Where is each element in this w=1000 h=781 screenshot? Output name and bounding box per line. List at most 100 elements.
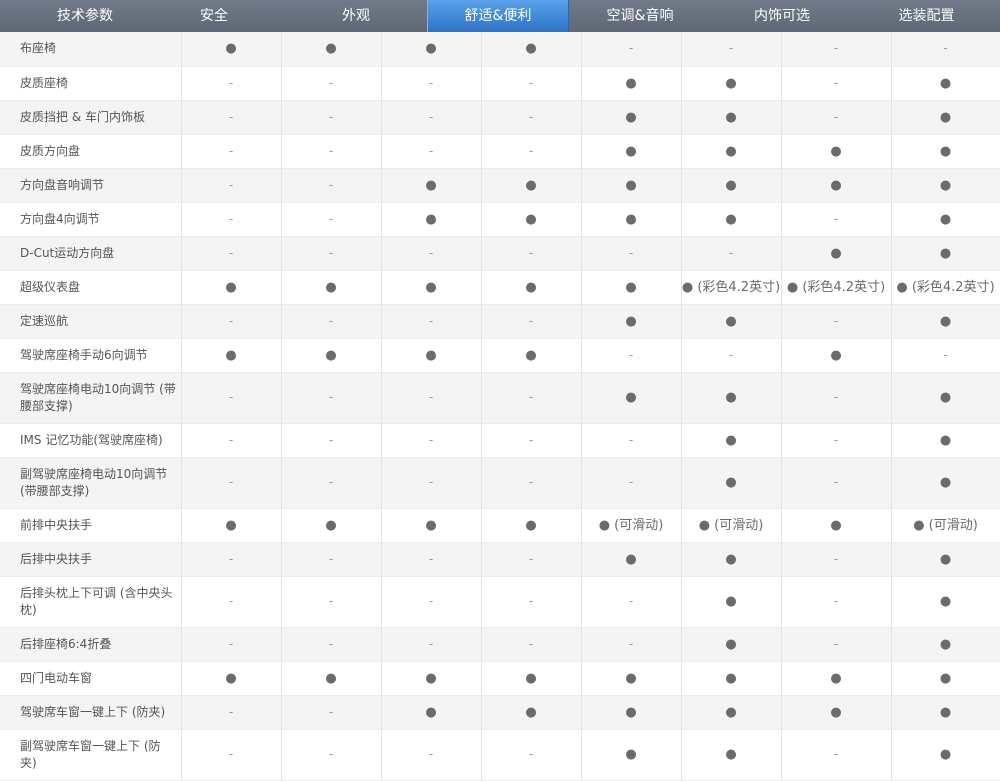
feature-label: 方向盘音响调节	[0, 168, 182, 203]
feature-label: 超级仪表盘	[0, 270, 182, 305]
available-cell: ●	[891, 729, 1000, 781]
available-cell: ●	[681, 100, 782, 135]
not-available-cell: -	[481, 100, 582, 135]
available-cell: ●	[581, 372, 682, 424]
available-cell: ●	[481, 508, 582, 543]
available-cell: ●	[581, 270, 682, 305]
table-row: 皮质座椅 - - - - ● ● - ●	[0, 66, 1000, 101]
not-available-cell: -	[381, 304, 482, 339]
not-available-cell: -	[891, 338, 1000, 373]
tab-interior-options[interactable]: 内饰可选	[711, 0, 853, 32]
not-available-cell: -	[281, 423, 382, 458]
table-row: 四门电动车窗 ● ● ● ● ● ● ● ●	[0, 661, 1000, 696]
available-cell: ●	[581, 100, 682, 135]
not-available-cell: -	[181, 236, 282, 271]
available-cell: ●	[281, 270, 382, 305]
feature-label: 驾驶席座椅手动6向调节	[0, 338, 182, 373]
not-available-cell: -	[481, 576, 582, 628]
not-available-cell: -	[781, 729, 892, 781]
feature-label: D-Cut运动方向盘	[0, 236, 182, 271]
not-available-cell: -	[281, 542, 382, 577]
table-row: 驾驶席车窗一键上下 (防夹) - - ● ● ● ● ● ●	[0, 695, 1000, 730]
not-available-cell: -	[481, 542, 582, 577]
not-available-cell: -	[781, 372, 892, 424]
available-cell: ●	[681, 423, 782, 458]
available-cell: ●	[481, 695, 582, 730]
available-cell: ●	[781, 236, 892, 271]
available-cell: ●	[681, 661, 782, 696]
not-available-cell: -	[181, 66, 282, 101]
feature-label: 前排中央扶手	[0, 508, 182, 543]
table-row: 前排中央扶手 ● ● ● ● ● (可滑动) ● (可滑动) ● ● (可滑动)	[0, 508, 1000, 543]
not-available-cell: -	[281, 695, 382, 730]
available-cell: ● (彩色4.2英寸)	[681, 270, 782, 305]
available-cell: ● (可滑动)	[581, 508, 682, 543]
available-cell: ●	[481, 32, 582, 67]
available-cell: ●	[891, 695, 1000, 730]
available-cell: ●	[891, 661, 1000, 696]
available-cell: ●	[681, 168, 782, 203]
not-available-cell: -	[481, 372, 582, 424]
not-available-cell: -	[681, 338, 782, 373]
tab-ac-audio[interactable]: 空调&音响	[569, 0, 711, 32]
available-cell: ●	[891, 542, 1000, 577]
not-available-cell: -	[781, 202, 892, 237]
not-available-cell: -	[181, 542, 282, 577]
not-available-cell: -	[581, 236, 682, 271]
available-cell: ●	[581, 542, 682, 577]
not-available-cell: -	[381, 66, 482, 101]
not-available-cell: -	[581, 627, 682, 662]
not-available-cell: -	[481, 627, 582, 662]
not-available-cell: -	[281, 729, 382, 781]
not-available-cell: -	[781, 423, 892, 458]
available-cell: ●	[681, 695, 782, 730]
tab-safety[interactable]: 安全	[170, 0, 258, 32]
available-cell: ●	[891, 627, 1000, 662]
not-available-cell: -	[481, 423, 582, 458]
available-cell: ●	[681, 134, 782, 169]
feature-label: IMS 记忆功能(驾驶席座椅)	[0, 423, 182, 458]
not-available-cell: -	[281, 202, 382, 237]
available-cell: ●	[891, 372, 1000, 424]
available-cell: ●	[481, 661, 582, 696]
not-available-cell: -	[281, 576, 382, 628]
not-available-cell: -	[281, 134, 382, 169]
not-available-cell: -	[891, 32, 1000, 67]
not-available-cell: -	[181, 372, 282, 424]
available-cell: ●	[891, 457, 1000, 509]
tab-tech-specs[interactable]: 技术参数	[0, 0, 170, 32]
not-available-cell: -	[281, 66, 382, 101]
not-available-cell: -	[381, 457, 482, 509]
not-available-cell: -	[781, 542, 892, 577]
tab-exterior[interactable]: 外观	[285, 0, 427, 32]
not-available-cell: -	[181, 457, 282, 509]
available-cell: ●	[181, 338, 282, 373]
spec-table: 布座椅 ● ● ● ● - - - - 皮质座椅 - - - - ● ● - ● 皮质挡把 & 车门内饰板 - - - - ●…	[0, 32, 1000, 781]
not-available-cell: -	[581, 32, 682, 67]
available-cell: ●	[781, 134, 892, 169]
table-row: 皮质方向盘 - - - - ● ● ● ●	[0, 134, 1000, 169]
available-cell: ●	[581, 202, 682, 237]
tab-comfort-convenience[interactable]: 舒适&便利	[427, 0, 569, 32]
not-available-cell: -	[181, 576, 282, 628]
available-cell: ●	[681, 542, 782, 577]
not-available-cell: -	[581, 423, 682, 458]
available-cell: ●	[681, 304, 782, 339]
table-row: 定速巡航 - - - - ● ● - ●	[0, 304, 1000, 339]
tab-optional-config[interactable]: 选装配置	[853, 0, 1000, 32]
table-row: 副驾驶席座椅电动10向调节 (带腰部支撑) - - - - - ● - ●	[0, 457, 1000, 509]
available-cell: ●	[891, 423, 1000, 458]
available-cell: ●	[781, 338, 892, 373]
table-row: 皮质挡把 & 车门内饰板 - - - - ● ● - ●	[0, 100, 1000, 135]
available-cell: ●	[381, 202, 482, 237]
table-row: 方向盘音响调节 - - ● ● ● ● ● ●	[0, 168, 1000, 203]
available-cell: ●	[681, 457, 782, 509]
category-tab-bar: 技术参数 安全 外观 舒适&便利 空调&音响 内饰可选 选装配置	[0, 0, 1000, 32]
feature-label: 方向盘4向调节	[0, 202, 182, 237]
available-cell: ●	[381, 661, 482, 696]
not-available-cell: -	[281, 372, 382, 424]
available-cell: ●	[181, 270, 282, 305]
available-cell: ●	[481, 338, 582, 373]
not-available-cell: -	[181, 134, 282, 169]
available-cell: ●	[181, 32, 282, 67]
